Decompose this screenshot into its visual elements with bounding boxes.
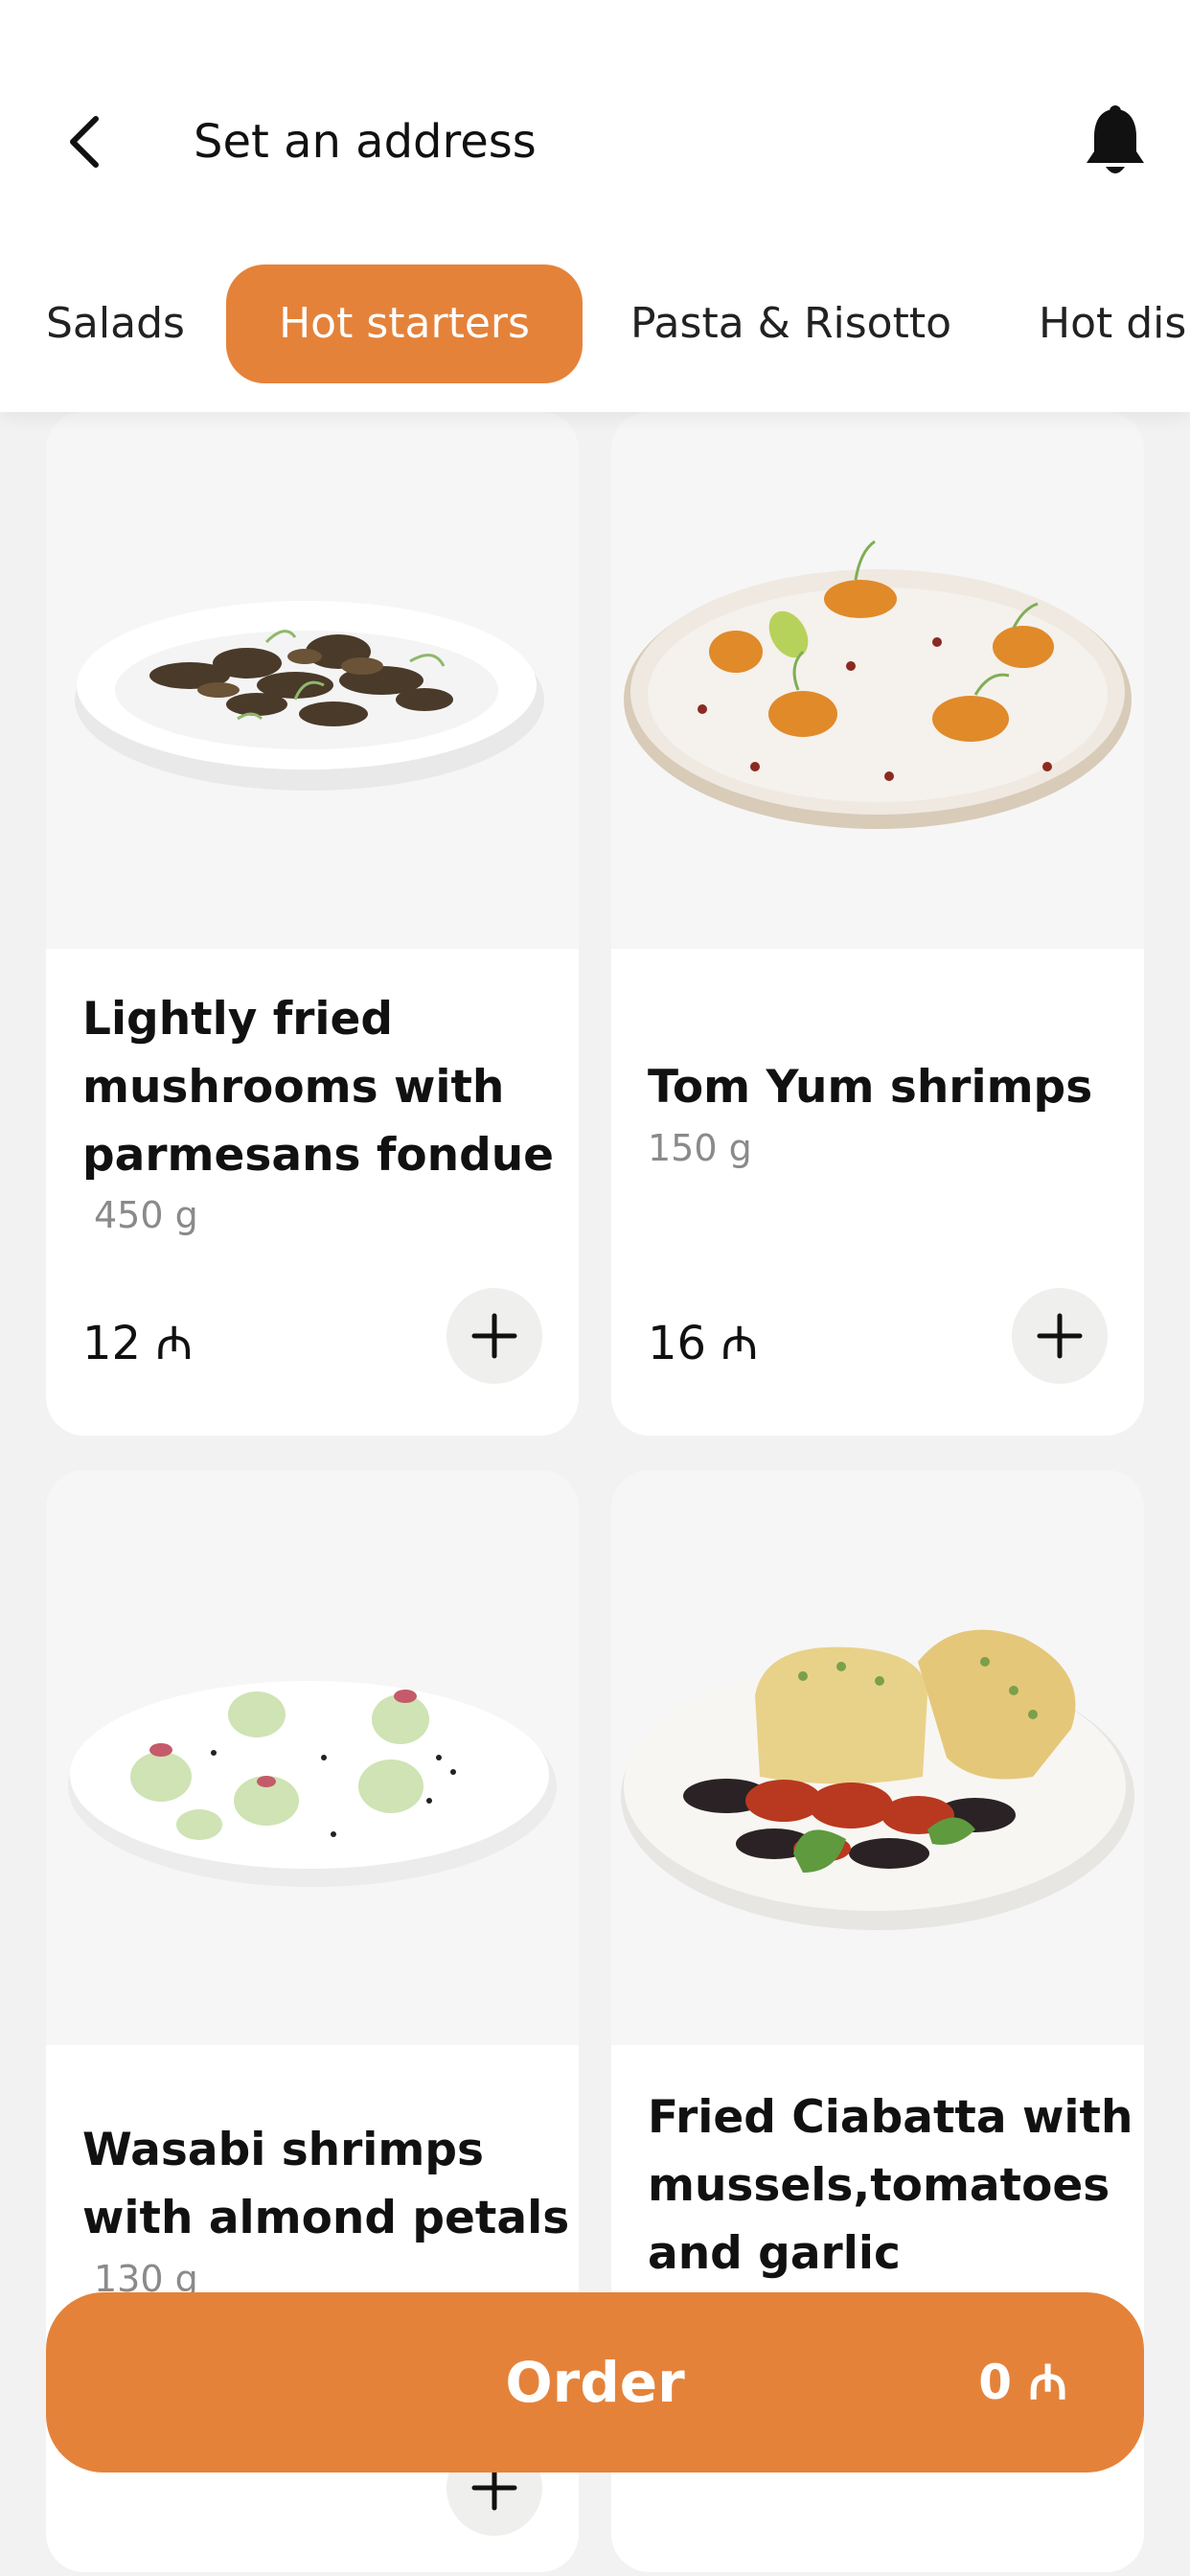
bell-icon — [1087, 105, 1144, 173]
product-weight: 450 g — [94, 1194, 198, 1236]
back-button[interactable] — [56, 107, 113, 176]
order-total: 0 ₼ — [978, 2355, 1067, 2410]
product-card[interactable]: Lightly fried mushrooms with parmesans f… — [46, 412, 579, 1436]
dish-image — [46, 412, 579, 949]
add-to-cart-button[interactable] — [1012, 1288, 1108, 1384]
tab-hot-dishes[interactable]: Hot dis — [1039, 264, 1186, 383]
product-weight: 150 g — [648, 1127, 752, 1169]
product-name-line: and garlic — [648, 2227, 901, 2280]
product-name-line: Tom Yum shrimps — [648, 1061, 1093, 1114]
product-name-line: mussels,tomatoes — [648, 2159, 1110, 2212]
product-name-line: mushrooms with — [82, 1061, 505, 1114]
product-name-line: parmesans fondue — [82, 1129, 555, 1182]
add-to-cart-button[interactable] — [446, 1288, 542, 1384]
notifications-button[interactable] — [1079, 104, 1152, 180]
dish-image — [611, 1470, 1144, 2045]
product-name-line: Lightly fried — [82, 993, 393, 1046]
tab-pasta-risotto[interactable]: Pasta & Risotto — [630, 264, 951, 383]
page-title[interactable]: Set an address — [194, 107, 537, 176]
product-price: 12 ₼ — [82, 1317, 194, 1370]
plus-icon — [471, 1313, 517, 1359]
product-name-line: Wasabi shrimps — [82, 2124, 485, 2176]
tab-hot-starters[interactable]: Hot starters — [226, 264, 583, 383]
dish-image — [46, 1470, 579, 2045]
product-name-line: Fried Ciabatta with — [648, 2091, 1133, 2144]
plus-icon — [1037, 1313, 1083, 1359]
product-grid: Lightly fried mushrooms with parmesans f… — [0, 412, 1190, 2576]
chevron-left-icon — [70, 116, 99, 168]
product-name-line: with almond petals — [82, 2192, 570, 2244]
order-button[interactable]: Order 0 ₼ — [46, 2292, 1144, 2472]
tab-salads[interactable]: Salads — [46, 264, 185, 383]
product-card[interactable]: Tom Yum shrimps 150 g 16 ₼ — [611, 412, 1144, 1436]
category-tabs: Salads Hot starters Pasta & Risotto Hot … — [0, 264, 1190, 383]
product-price: 16 ₼ — [648, 1317, 759, 1370]
top-bar: Set an address Salads Hot starters Pasta… — [0, 0, 1190, 412]
dish-image — [611, 412, 1144, 949]
